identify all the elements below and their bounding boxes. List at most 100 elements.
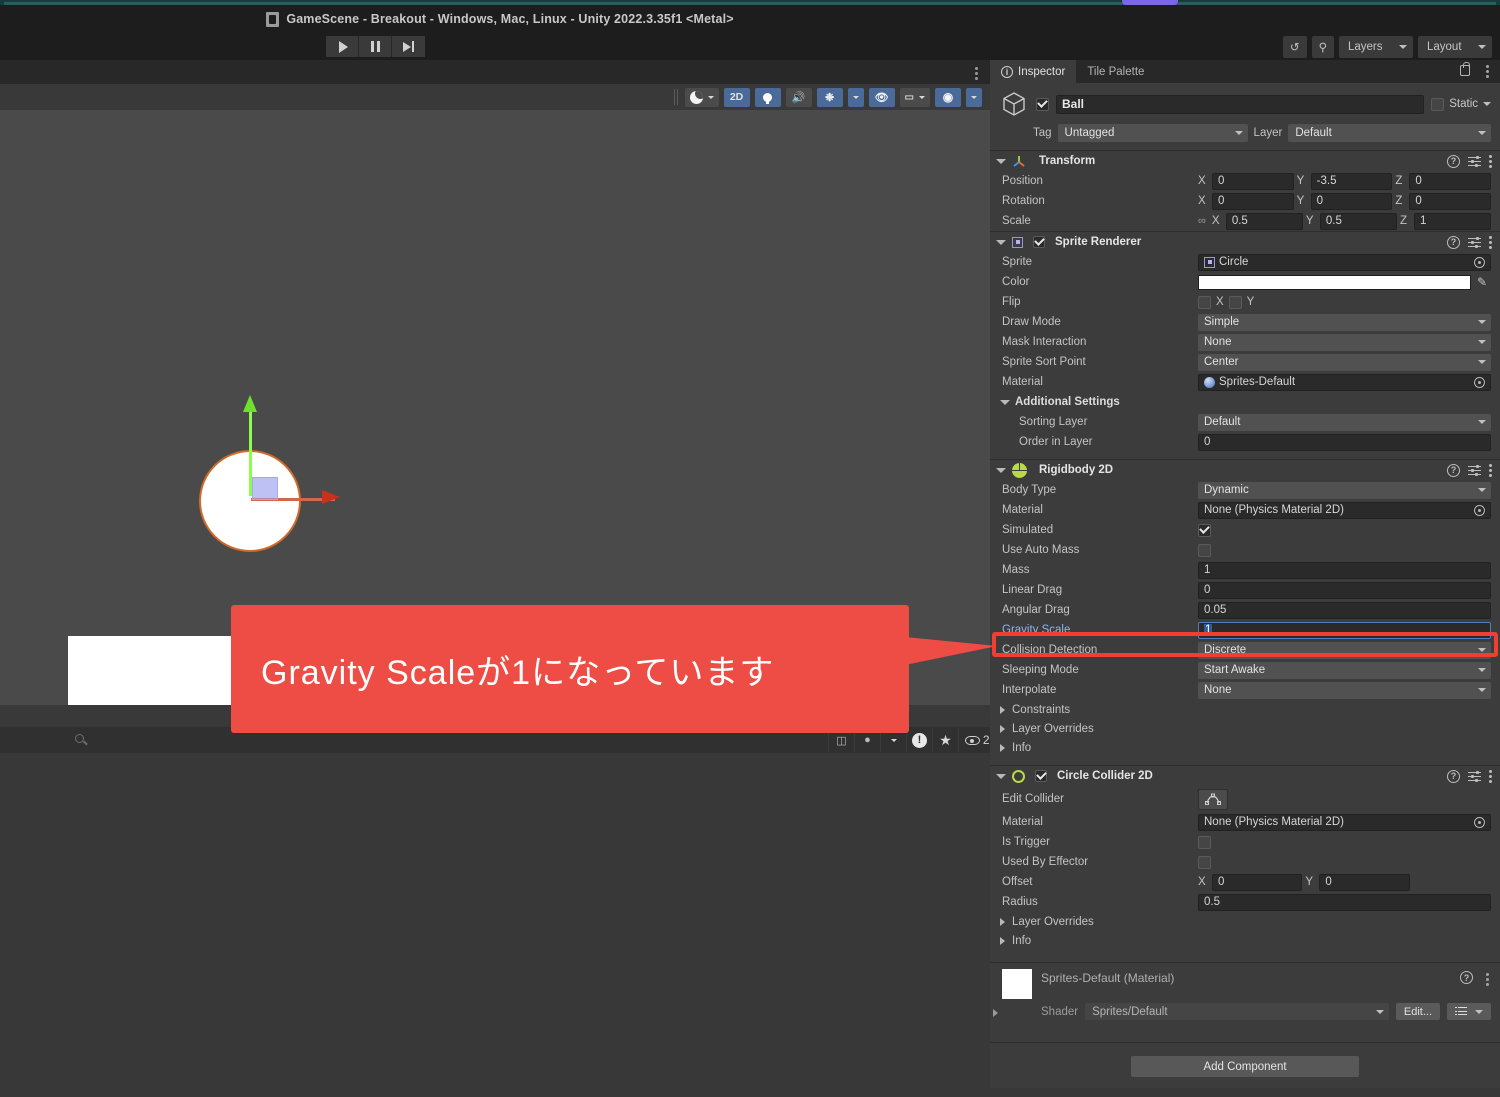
sprite-renderer-enabled-checkbox[interactable] <box>1033 236 1045 248</box>
simulated-checkbox[interactable] <box>1198 523 1211 537</box>
toggle-hidden-objects-button[interactable]: 👁 <box>868 87 895 107</box>
body-type-dropdown[interactable]: Dynamic <box>1198 481 1491 499</box>
sleeping-mode-dropdown[interactable]: Start Awake <box>1198 661 1491 679</box>
scale-x-field[interactable]: 0.5 <box>1225 212 1303 230</box>
camera-button[interactable]: ▭ <box>899 87 930 107</box>
gizmo-xy-plane-handle[interactable] <box>252 477 278 500</box>
toggle-lighting-button[interactable] <box>754 87 781 107</box>
help-icon[interactable]: ? <box>1447 235 1460 249</box>
effects-dropdown[interactable] <box>847 87 864 107</box>
settings-sliders-icon[interactable] <box>1468 155 1481 167</box>
gizmos-dropdown[interactable] <box>966 87 982 107</box>
rotation-y-field[interactable]: 0 <box>1310 192 1393 210</box>
edit-shader-button[interactable]: Edit... <box>1395 1003 1440 1020</box>
foldout-icon[interactable] <box>996 239 1006 245</box>
angular-drag-field[interactable]: 0.05 <box>1198 601 1491 619</box>
tab-inspector[interactable]: i Inspector <box>990 60 1077 83</box>
foldout-icon[interactable] <box>996 467 1006 473</box>
static-checkbox[interactable] <box>1431 97 1445 111</box>
scale-y-field[interactable]: 0.5 <box>1319 212 1397 230</box>
edit-collider-button[interactable] <box>1198 788 1228 810</box>
object-picker-icon[interactable] <box>1474 504 1485 516</box>
add-component-button[interactable]: Add Component <box>1131 1056 1359 1077</box>
foldout-rb-layer-overrides[interactable]: Layer Overrides <box>990 719 1500 738</box>
rb-material-object-field[interactable]: None (Physics Material 2D) <box>1198 501 1491 519</box>
toggle-audio-button[interactable]: 🔊 <box>785 87 812 107</box>
history-icon[interactable]: ↺ <box>1282 36 1307 58</box>
settings-sliders-icon[interactable] <box>1468 236 1481 248</box>
sorting-layer-dropdown[interactable]: Default <box>1198 413 1491 431</box>
pause-button[interactable] <box>359 36 392 57</box>
scale-z-field[interactable]: 1 <box>1413 212 1491 230</box>
inspector-menu-icon[interactable] <box>1486 65 1489 78</box>
play-button[interactable] <box>326 36 359 57</box>
presets-button[interactable] <box>1447 1003 1491 1020</box>
gizmo-x-axis-arrow[interactable] <box>322 490 340 504</box>
flip-x-checkbox[interactable] <box>1198 295 1211 309</box>
component-menu-icon[interactable] <box>1489 769 1492 783</box>
gizmo-y-axis-arrow[interactable] <box>243 395 257 412</box>
circle-collider-enabled-checkbox[interactable] <box>1035 770 1047 782</box>
layer-dropdown[interactable]: Default <box>1288 124 1491 142</box>
offset-y-field[interactable]: 0 <box>1319 873 1410 891</box>
settings-sliders-icon[interactable] <box>1468 464 1481 476</box>
help-icon[interactable]: ? <box>1460 971 1473 984</box>
position-x-field[interactable]: 0 <box>1212 172 1294 190</box>
interpolate-dropdown[interactable]: None <box>1198 681 1491 699</box>
gameobject-enabled-checkbox[interactable] <box>1036 97 1049 111</box>
object-picker-icon[interactable] <box>1474 256 1485 268</box>
layout-dropdown[interactable]: Layout <box>1418 36 1492 58</box>
order-in-layer-field[interactable]: 0 <box>1198 433 1491 451</box>
inspector-lock-icon[interactable] <box>1460 61 1470 76</box>
object-picker-icon[interactable] <box>1474 816 1485 828</box>
chevron-down-icon[interactable] <box>1483 102 1491 106</box>
toggle-effects-button[interactable]: ❉ <box>816 87 843 107</box>
component-header-transform[interactable]: Transform ? <box>990 150 1500 171</box>
gameobject-name-field[interactable]: Ball <box>1056 94 1425 114</box>
component-menu-icon[interactable] <box>1489 463 1492 477</box>
component-menu-icon[interactable] <box>1489 154 1492 168</box>
used-by-effector-checkbox[interactable] <box>1198 855 1211 869</box>
mask-interaction-dropdown[interactable]: None <box>1198 333 1491 351</box>
sprite-object-field[interactable]: Circle <box>1198 253 1491 271</box>
help-icon[interactable]: ? <box>1447 154 1460 168</box>
sprite-sort-point-dropdown[interactable]: Center <box>1198 353 1491 371</box>
sr-material-object-field[interactable]: Sprites-Default <box>1198 373 1491 391</box>
scene-panel-menu-icon[interactable] <box>975 67 978 80</box>
layers-dropdown[interactable]: Layers <box>1339 36 1413 58</box>
draw-mode-dropdown[interactable]: Simple <box>1198 313 1491 331</box>
radius-field[interactable]: 0.5 <box>1198 893 1491 911</box>
component-header-sprite-renderer[interactable]: Sprite Renderer ? <box>990 231 1500 252</box>
flip-y-checkbox[interactable] <box>1228 295 1242 309</box>
shader-dropdown[interactable]: Sprites/Default <box>1085 1003 1389 1020</box>
object-picker-icon[interactable] <box>1474 376 1485 388</box>
star-icon[interactable]: ★ <box>932 728 958 752</box>
component-header-circle-collider2d[interactable]: Circle Collider 2D ? <box>990 765 1500 786</box>
warning-icon[interactable]: ! <box>906 728 932 752</box>
cc-material-object-field[interactable]: None (Physics Material 2D) <box>1198 813 1491 831</box>
component-menu-icon[interactable] <box>1489 235 1492 249</box>
linear-drag-field[interactable]: 0 <box>1198 581 1491 599</box>
settings-sliders-icon[interactable] <box>1468 770 1481 782</box>
search-row[interactable] <box>75 733 825 748</box>
position-z-field[interactable]: 0 <box>1409 172 1492 190</box>
material-menu-icon[interactable] <box>1486 973 1489 986</box>
step-button[interactable] <box>392 36 425 57</box>
help-icon[interactable]: ? <box>1447 769 1460 783</box>
color-swatch-field[interactable] <box>1198 274 1471 290</box>
foldout-icon[interactable] <box>996 158 1006 164</box>
toggle-2d-button[interactable]: 2D <box>723 87 750 107</box>
material-foldout-icon[interactable] <box>993 1009 998 1017</box>
scale-link-icon[interactable]: ∞ <box>1198 215 1206 227</box>
shading-mode-button[interactable] <box>684 87 719 107</box>
foldout-constraints[interactable]: Constraints <box>990 700 1500 719</box>
offset-x-field[interactable]: 0 <box>1212 873 1303 891</box>
tag-dropdown[interactable]: Untagged <box>1057 124 1248 142</box>
foldout-icon[interactable] <box>996 773 1006 779</box>
help-icon[interactable]: ? <box>1447 463 1460 477</box>
use-auto-mass-checkbox[interactable] <box>1198 543 1211 557</box>
foldout-icon[interactable] <box>1000 399 1010 405</box>
eyedropper-icon[interactable]: ✎ <box>1477 276 1491 288</box>
foldout-rb-info[interactable]: Info <box>990 738 1500 757</box>
search-icon[interactable]: ⚲ <box>1311 36 1334 58</box>
